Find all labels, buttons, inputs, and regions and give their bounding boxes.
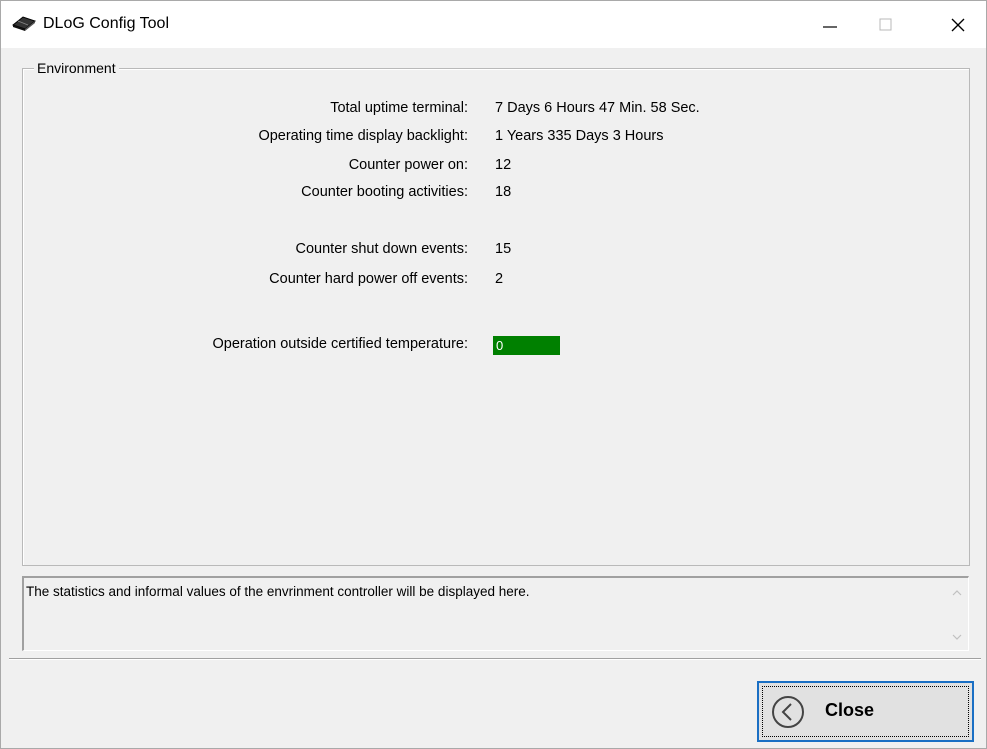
- app-window: DLoG Config Tool Environment Total uptim…: [0, 0, 987, 749]
- environment-group-label: Environment: [34, 60, 119, 76]
- window-close-button[interactable]: [935, 1, 981, 48]
- window-title: DLoG Config Tool: [43, 15, 169, 32]
- scroll-up-button[interactable]: [950, 586, 964, 600]
- close-icon: [951, 18, 965, 31]
- info-textbox[interactable]: The statistics and informal values of th…: [22, 576, 969, 651]
- maximize-button[interactable]: [863, 1, 909, 48]
- info-text: The statistics and informal values of th…: [26, 584, 530, 599]
- power-on-label: Counter power on:: [348, 157, 468, 173]
- back-arrow-circle-icon: [772, 696, 804, 728]
- booting-label: Counter booting activities:: [301, 184, 468, 200]
- chevron-down-icon: [952, 634, 962, 640]
- minimize-icon: [823, 25, 837, 28]
- minimize-button[interactable]: [807, 1, 853, 48]
- shutdown-label: Counter shut down events:: [295, 241, 469, 257]
- temperature-indicator: 0: [493, 336, 560, 355]
- chip-icon: [11, 16, 37, 31]
- shutdown-value: 15: [495, 241, 512, 257]
- hard-power-off-label: Counter hard power off events:: [269, 271, 468, 287]
- chevron-up-icon: [952, 590, 962, 596]
- uptime-value: 7 Days 6 Hours 47 Min. 58 Sec.: [495, 100, 700, 116]
- footer-divider: [9, 658, 981, 660]
- maximize-icon: [879, 18, 892, 30]
- backlight-time-label: Operating time display backlight:: [258, 128, 468, 144]
- close-button[interactable]: Close: [757, 681, 974, 742]
- close-button-label: Close: [825, 700, 875, 720]
- title-bar[interactable]: DLoG Config Tool: [1, 1, 986, 48]
- power-on-value: 12: [495, 157, 512, 173]
- booting-value: 18: [495, 184, 512, 200]
- hard-power-off-value: 2: [495, 271, 504, 287]
- uptime-label: Total uptime terminal:: [330, 100, 468, 116]
- scroll-down-button[interactable]: [950, 630, 964, 644]
- temperature-label: Operation outside certified temperature:: [212, 336, 469, 352]
- backlight-time-value: 1 Years 335 Days 3 Hours: [495, 128, 664, 144]
